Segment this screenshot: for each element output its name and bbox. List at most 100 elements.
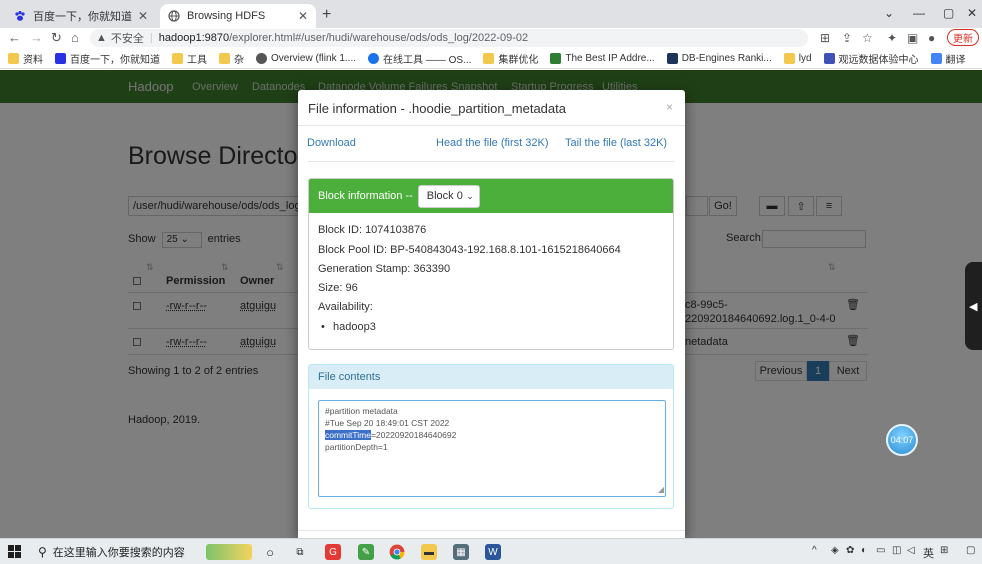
- globe-icon: [256, 52, 267, 64]
- file-information-modal: File information - .hoodie_partition_met…: [298, 90, 685, 538]
- bookmark-item[interactable]: 观远数据体验中心: [823, 51, 919, 66]
- divider: [308, 161, 674, 162]
- app-icon-green[interactable]: ✎: [358, 544, 374, 560]
- block-id: Block ID: 1074103876: [318, 224, 427, 236]
- folder-icon: [8, 52, 19, 64]
- db-engines-icon: [666, 52, 678, 64]
- chrome-icon[interactable]: [389, 544, 405, 560]
- folder-icon: [483, 52, 495, 64]
- bookmark-item[interactable]: 在线工具 —— OS...: [368, 51, 471, 66]
- cortana-circle-icon[interactable]: ○: [262, 544, 278, 560]
- tray-app-icon[interactable]: ✿: [846, 545, 854, 556]
- tail-file-link[interactable]: Tail the file (last 32K): [565, 137, 667, 149]
- back-arrow-icon[interactable]: ←: [8, 30, 21, 45]
- chevron-up-icon[interactable]: ^: [812, 545, 817, 556]
- bookmark-item[interactable]: Overview (flink 1....: [256, 52, 356, 64]
- recording-timer[interactable]: 04:07: [886, 424, 918, 456]
- ime-indicator[interactable]: 英: [923, 545, 934, 561]
- battery-icon[interactable]: ▭: [876, 545, 885, 556]
- baidu-paw-icon: [14, 10, 26, 22]
- app-icon-red[interactable]: G: [325, 544, 341, 560]
- windows-taskbar: ⚲ 在这里输入你要搜索的内容 ○ ⧉ G ✎ ▬ ▦ W ^ ◈ ✿ ◐ ▭ ◫…: [0, 538, 982, 564]
- search-icon: ⚲: [38, 545, 47, 559]
- url-path: /explorer.html#/user/hudi/warehouse/ods/…: [229, 32, 529, 44]
- word-icon[interactable]: W: [485, 544, 501, 560]
- download-link[interactable]: Download: [307, 137, 356, 149]
- window-close-icon[interactable]: ✕: [967, 6, 977, 20]
- network-icon[interactable]: ◫: [892, 545, 901, 556]
- minimize-icon[interactable]: —: [913, 6, 925, 20]
- input-method-icon[interactable]: ⊞: [940, 545, 948, 556]
- share-icon[interactable]: ⇪: [842, 31, 852, 45]
- bookmark-item[interactable]: lyd: [783, 52, 812, 64]
- generation-stamp: Generation Stamp: 363390: [318, 263, 451, 275]
- task-view-icon[interactable]: ⧉: [292, 544, 308, 560]
- close-tab-icon[interactable]: ✕: [138, 9, 148, 23]
- modal-header: File information - .hoodie_partition_met…: [298, 90, 685, 126]
- profile-avatar-icon[interactable]: ●: [928, 31, 935, 45]
- site-icon: [550, 52, 562, 64]
- tray-shield-icon[interactable]: ◈: [831, 545, 839, 556]
- address-toolbar: ← → ↻ ⌂ ▲ 不安全 | hadoop1:9870/explorer.ht…: [0, 28, 982, 48]
- browser-tab-strip: 百度一下，你就知道 ✕ Browsing HDFS ✕ + ⌄ — ▢ ✕: [0, 0, 982, 28]
- notifications-icon[interactable]: ▢: [966, 545, 975, 556]
- bookmark-item[interactable]: 资料: [8, 51, 43, 66]
- folder-icon: [172, 52, 183, 64]
- translate-icon[interactable]: ⊞: [820, 31, 830, 45]
- globe-icon: [168, 10, 180, 22]
- maximize-icon[interactable]: ▢: [943, 6, 954, 20]
- bookmark-item[interactable]: 翻译: [930, 51, 966, 66]
- forward-arrow-icon[interactable]: →: [30, 30, 43, 45]
- reload-icon[interactable]: ↻: [51, 30, 62, 46]
- bookmark-item[interactable]: 集群优化: [483, 51, 538, 66]
- volume-icon[interactable]: ◁: [907, 545, 915, 556]
- search-highlight-illustration[interactable]: [206, 544, 252, 560]
- folder-icon: [783, 52, 795, 64]
- tab-search-chevron-icon[interactable]: ⌄: [884, 6, 894, 20]
- chevron-left-icon: ◀: [969, 301, 978, 313]
- side-drawer-handle[interactable]: ◀: [965, 262, 982, 350]
- bookmark-item[interactable]: DB-Engines Ranki...: [666, 52, 772, 64]
- bookmark-item[interactable]: 百度一下，你就知道: [55, 51, 160, 66]
- home-icon[interactable]: ⌂: [71, 30, 79, 45]
- host-item: hadoop3: [321, 321, 376, 333]
- url-field[interactable]: ▲ 不安全 | hadoop1:9870/explorer.html#/user…: [90, 29, 808, 47]
- warning-triangle-icon[interactable]: ▲: [96, 32, 107, 44]
- file-contents-header: File contents: [309, 365, 673, 389]
- bookmark-item[interactable]: The Best IP Addre...: [550, 52, 655, 64]
- site-icon: [368, 52, 380, 64]
- tray-app-icon[interactable]: ◐: [861, 545, 867, 556]
- block-select[interactable]: Block 0 ⌄: [417, 184, 480, 208]
- block-panel-header: Block information -- Block 0 ⌄: [309, 179, 673, 213]
- baidu-paw-icon: [55, 52, 66, 64]
- modal-title: File information - .hoodie_partition_met…: [308, 101, 566, 116]
- bookmark-item[interactable]: 杂: [219, 51, 244, 66]
- new-tab-plus-icon[interactable]: +: [322, 6, 331, 24]
- folder-icon: [219, 52, 230, 64]
- windows-start-icon[interactable]: [8, 545, 22, 559]
- bookmarks-bar: 资料 百度一下，你就知道 工具 杂 Overview (flink 1.... …: [0, 48, 982, 69]
- close-tab-icon[interactable]: ✕: [298, 9, 308, 23]
- tab-baidu[interactable]: 百度一下，你就知道 ✕: [6, 4, 156, 28]
- app-icon-gray[interactable]: ▦: [453, 544, 469, 560]
- update-button[interactable]: 更新: [947, 29, 979, 46]
- site-icon: [823, 52, 835, 64]
- resize-grip-icon[interactable]: ◢: [658, 484, 664, 496]
- availability-label: Availability:: [318, 301, 373, 313]
- tab-title: 百度一下，你就知道: [33, 11, 132, 23]
- tab-title: Browsing HDFS: [187, 10, 266, 22]
- security-label: 不安全: [110, 33, 144, 45]
- extensions-puzzle-icon[interactable]: ✦: [887, 31, 897, 45]
- block-information-panel: Block information -- Block 0 ⌄ Block ID:…: [308, 178, 674, 350]
- divider: [298, 530, 685, 531]
- block-pool-id: Block Pool ID: BP-540843043-192.168.8.10…: [318, 244, 621, 256]
- head-file-link[interactable]: Head the file (first 32K): [436, 137, 549, 149]
- modal-close-icon[interactable]: ×: [666, 100, 673, 114]
- bookmark-item[interactable]: 工具: [172, 51, 207, 66]
- tab-browsing-hdfs[interactable]: Browsing HDFS ✕: [160, 4, 316, 28]
- file-contents-textarea[interactable]: #partition metadata #Tue Sep 20 18:49:01…: [318, 400, 666, 497]
- block-size: Size: 96: [318, 282, 358, 294]
- side-panel-icon[interactable]: ▣: [907, 31, 918, 45]
- file-explorer-icon[interactable]: ▬: [421, 544, 437, 560]
- bookmark-star-icon[interactable]: ☆: [862, 31, 873, 45]
